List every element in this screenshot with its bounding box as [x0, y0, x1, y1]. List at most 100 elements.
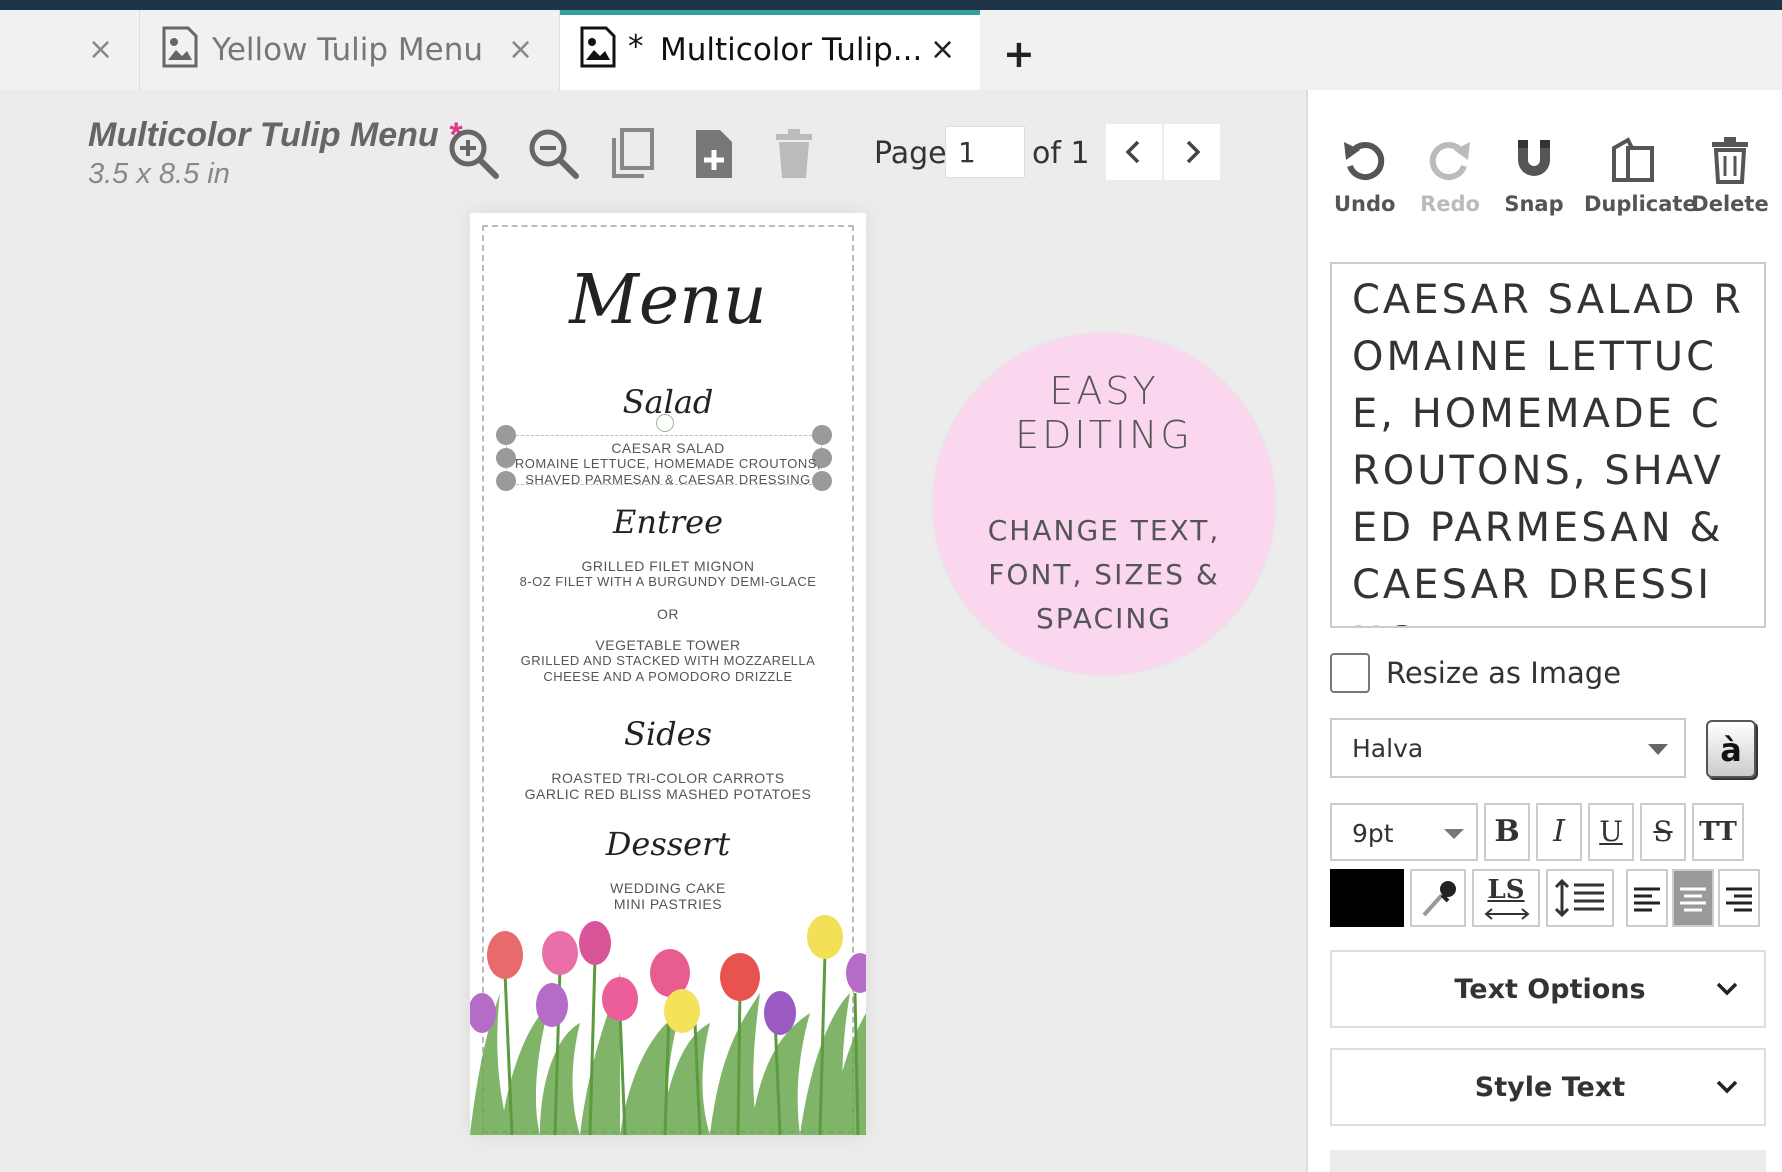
text-options-label: Text Options	[1454, 974, 1646, 1005]
tab-bar: × Yellow Tulip Menu × * Multicolor Tulip…	[0, 10, 1782, 90]
font-family-value: Halva	[1352, 734, 1424, 763]
menu-line[interactable]: WEDDING CAKE	[470, 880, 866, 896]
letter-spacing-button[interactable]: LS	[1472, 869, 1540, 927]
menu-line[interactable]: ROMAINE LETTUCE, HOMEMADE CROUTONS,	[470, 456, 866, 472]
tab-close-icon[interactable]: ×	[930, 32, 955, 67]
section-title-entree[interactable]: Entree	[470, 503, 866, 541]
snap-button[interactable]: Snap	[1504, 136, 1564, 216]
tab-close-icon[interactable]: ×	[88, 32, 113, 67]
resize-as-image-checkbox[interactable]	[1330, 653, 1370, 693]
eyedropper-button[interactable]	[1410, 869, 1466, 927]
menu-line[interactable]: GRILLED FILET MIGNON	[470, 558, 866, 574]
zoom-out-icon[interactable]	[526, 126, 582, 182]
font-family-select[interactable]: Halva	[1330, 718, 1686, 778]
chevron-down-icon	[1716, 982, 1738, 996]
menu-line[interactable]: MINI PASTRIES	[470, 896, 866, 912]
delete-page-icon[interactable]	[766, 126, 822, 182]
image-file-icon	[580, 26, 616, 68]
redo-icon	[1429, 142, 1470, 181]
menu-line[interactable]: 8-OZ FILET WITH A BURGUNDY DEMI-GLACE	[470, 574, 866, 590]
menu-line[interactable]: GARLIC RED BLISS MASHED POTATOES	[470, 786, 866, 802]
undo-button[interactable]: Undo	[1334, 136, 1396, 216]
menu-line[interactable]: CAESAR SALAD	[470, 440, 866, 456]
undo-label: Undo	[1334, 192, 1396, 216]
promo-body-line: CHANGE TEXT,	[987, 514, 1221, 547]
menu-line[interactable]: ROASTED TRI-COLOR CARROTS	[470, 770, 866, 786]
menu-line[interactable]: SHAVED PARMESAN & CAESAR DRESSING	[470, 472, 866, 488]
trash-icon	[1712, 137, 1748, 184]
chevron-right-icon	[1186, 140, 1201, 164]
rotate-handle[interactable]	[656, 414, 674, 432]
align-left-icon	[1634, 887, 1660, 912]
font-size-select[interactable]: 9pt	[1330, 803, 1478, 861]
page-number-input[interactable]	[945, 126, 1025, 178]
previous-page-button[interactable]	[1106, 124, 1162, 180]
tab-close-icon[interactable]: ×	[508, 32, 533, 67]
line-spacing-button[interactable]	[1546, 869, 1614, 927]
align-left-button[interactable]	[1626, 869, 1668, 927]
section-title-dessert[interactable]: Dessert	[470, 825, 866, 863]
menu-heading[interactable]: Menu	[470, 261, 866, 340]
redo-label: Redo	[1420, 192, 1480, 216]
style-text-label: Style Text	[1474, 1072, 1626, 1103]
menu-line[interactable]: VEGETABLE TOWER	[470, 637, 866, 653]
italic-button[interactable]: I	[1536, 803, 1582, 861]
tab-label: Multicolor Tulip...	[660, 32, 923, 68]
tab-label: Yellow Tulip Menu	[212, 32, 484, 68]
text-color-swatch[interactable]	[1330, 869, 1404, 927]
align-center-button[interactable]	[1672, 869, 1714, 927]
tab-multicolor-tulip-menu[interactable]: * Multicolor Tulip... ×	[560, 10, 980, 90]
align-right-icon	[1726, 887, 1752, 912]
special-characters-button[interactable]: à	[1706, 720, 1756, 778]
align-right-button[interactable]	[1718, 869, 1760, 927]
tab-yellow-tulip-menu[interactable]: Yellow Tulip Menu ×	[140, 10, 560, 90]
font-size-value: 9pt	[1352, 819, 1394, 848]
easy-editing-badge: EASY EDITING CHANGE TEXT, FONT, SIZES & …	[933, 333, 1275, 675]
tab-modified-marker: *	[628, 29, 644, 65]
menu-line[interactable]: CHEESE AND A POMODORO DRIZZLE	[470, 669, 866, 685]
text-content-field[interactable]: CAESAR SALAD ROMAINE LETTUCE, HOMEMADE C…	[1330, 262, 1766, 628]
next-page-button[interactable]	[1164, 124, 1220, 180]
chevron-down-icon	[1716, 1080, 1738, 1094]
delete-button[interactable]: Delete	[1690, 136, 1770, 216]
panel-footer	[1330, 1150, 1766, 1172]
snap-label: Snap	[1504, 192, 1564, 216]
promo-body-line: SPACING	[1036, 602, 1172, 635]
add-tab-button[interactable]: +	[1003, 32, 1035, 76]
app-top-bar	[0, 0, 1782, 10]
add-page-icon[interactable]	[686, 126, 742, 182]
promo-body-line: FONT, SIZES &	[988, 558, 1220, 591]
promo-body: CHANGE TEXT, FONT, SIZES & SPACING	[933, 509, 1275, 641]
underline-button[interactable]: U	[1588, 803, 1634, 861]
duplicate-icon	[1612, 137, 1654, 182]
strikethrough-button[interactable]: S	[1640, 803, 1686, 861]
copy-page-icon[interactable]	[606, 126, 662, 182]
delete-label: Delete	[1691, 192, 1769, 216]
letter-spacing-label: LS	[1487, 875, 1525, 905]
undo-icon	[1344, 142, 1385, 181]
promo-title-line: EDITING	[1015, 413, 1193, 457]
text-options-accordion[interactable]: Text Options	[1330, 950, 1766, 1028]
page-label: Page	[874, 136, 947, 171]
tulip-illustration	[470, 915, 866, 1135]
menu-line[interactable]: OR	[470, 606, 866, 622]
document-title: Multicolor Tulip Menu *	[88, 116, 461, 155]
redo-button[interactable]: Redo	[1420, 136, 1480, 216]
style-text-accordion[interactable]: Style Text	[1330, 1048, 1766, 1126]
duplicate-label: Duplicate	[1584, 192, 1697, 216]
align-center-icon	[1680, 887, 1706, 912]
resize-as-image-label: Resize as Image	[1386, 656, 1622, 690]
tab-previous[interactable]: ×	[0, 10, 140, 90]
double-arrow-icon	[1484, 908, 1530, 920]
menu-card[interactable]: Menu Salad CAESAR SALAD ROMAINE LETTUCE,…	[470, 213, 866, 1135]
menu-line[interactable]: GRILLED AND STACKED WITH MOZZARELLA	[470, 653, 866, 669]
all-caps-button[interactable]: TT	[1692, 803, 1744, 861]
promo-title: EASY EDITING	[933, 369, 1275, 457]
chevron-left-icon	[1125, 140, 1140, 164]
zoom-in-icon[interactable]	[446, 126, 502, 182]
bold-button[interactable]: B	[1484, 803, 1530, 861]
duplicate-button[interactable]: Duplicate	[1584, 136, 1697, 216]
section-title-sides[interactable]: Sides	[470, 715, 866, 753]
dropdown-caret-icon	[1648, 744, 1668, 755]
document-size: 3.5 x 8.5 in	[88, 158, 230, 190]
